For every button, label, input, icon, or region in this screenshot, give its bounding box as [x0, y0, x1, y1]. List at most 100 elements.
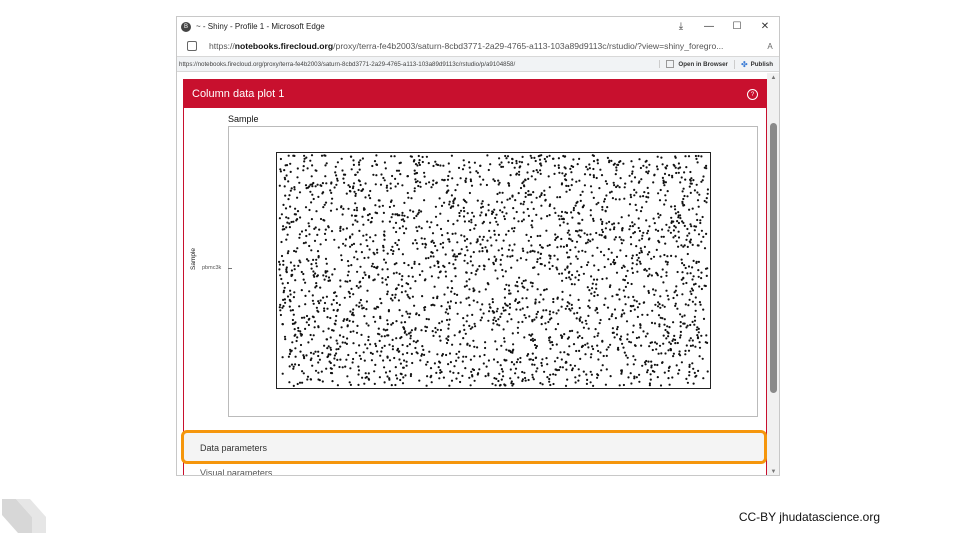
scatter-point — [696, 334, 699, 337]
scatter-point — [572, 165, 575, 168]
scatter-point — [389, 297, 393, 300]
scatter-point — [494, 216, 497, 220]
scatter-point — [318, 358, 321, 361]
scatter-point — [285, 266, 288, 269]
scatter-point — [685, 377, 688, 380]
scatter-point — [688, 370, 691, 374]
scatter-point — [503, 215, 506, 218]
scatter-point — [407, 295, 410, 298]
scatter-point — [470, 218, 473, 221]
scatter-point — [347, 290, 350, 293]
scroll-thumb[interactable] — [770, 123, 777, 393]
scatter-point — [305, 258, 309, 261]
scatter-point — [297, 326, 300, 330]
scatter-point — [699, 219, 702, 222]
scatter-point — [454, 232, 457, 235]
scatter-point — [294, 250, 298, 253]
vertical-scrollbar[interactable]: ▲ ▼ — [767, 73, 779, 475]
scatter-point — [592, 278, 596, 281]
scatter-point — [521, 379, 524, 383]
scatter-point — [588, 299, 591, 302]
scatter-point — [569, 294, 572, 297]
scatter-point — [639, 326, 642, 329]
scatter-point — [453, 292, 456, 295]
maximize-button[interactable]: ☐ — [723, 21, 751, 32]
scatter-point — [496, 323, 499, 326]
scatter-point — [433, 285, 436, 288]
scatter-point — [347, 353, 350, 357]
scatter-point — [509, 174, 512, 177]
scatter-point — [463, 235, 466, 238]
scroll-up-icon[interactable]: ▲ — [769, 75, 778, 81]
scatter-point — [548, 186, 551, 189]
scatter-point — [609, 284, 612, 287]
scatter-point — [650, 257, 653, 260]
scatter-point — [533, 156, 536, 159]
scatter-point — [447, 339, 450, 342]
scatter-point — [432, 296, 435, 299]
scatter-point — [666, 164, 669, 167]
scatter-point — [280, 277, 283, 281]
scatter-point — [664, 328, 667, 332]
scatter-point — [384, 371, 388, 374]
scatter-point — [689, 179, 692, 182]
scatter-point — [381, 268, 384, 271]
scatter-point — [278, 260, 281, 263]
help-icon[interactable]: ? — [747, 89, 758, 100]
downloads-icon[interactable]: ⤓ — [667, 21, 695, 32]
scatter-point — [304, 281, 307, 284]
scatter-point — [493, 255, 496, 258]
visual-parameters-section[interactable]: Visual parameters — [184, 468, 766, 475]
scatter-point — [381, 220, 384, 223]
address-bar[interactable]: https://notebooks.firecloud.org/proxy/te… — [177, 36, 779, 56]
scatter-point — [415, 351, 418, 354]
scatter-point — [502, 239, 505, 242]
scatter-point — [558, 272, 561, 275]
scatter-point — [685, 166, 688, 169]
scatter-point — [364, 372, 367, 375]
publish-button[interactable]: ✤ Publish — [733, 59, 779, 69]
read-aloud-icon[interactable]: A — [761, 42, 779, 51]
scatter-point — [599, 318, 602, 322]
scatter-point — [336, 177, 339, 180]
scatter-point — [680, 258, 683, 261]
close-button[interactable]: ✕ — [751, 21, 779, 32]
scatter-point — [456, 183, 459, 186]
scatter-point — [502, 275, 505, 278]
panel-header[interactable]: Column data plot 1 ? — [184, 80, 766, 108]
scatter-point — [566, 378, 569, 381]
scatter-point — [339, 285, 342, 288]
scroll-down-icon[interactable]: ▼ — [769, 469, 778, 475]
scatter-point — [657, 216, 660, 219]
scatter-point — [592, 160, 596, 163]
scatter-point — [323, 203, 326, 206]
url-text[interactable]: https://notebooks.firecloud.org/proxy/te… — [209, 41, 761, 51]
scatter-point — [391, 293, 394, 297]
scatter-point — [604, 209, 607, 212]
scatter-point — [359, 265, 362, 268]
scatter-point — [364, 343, 367, 346]
page-info-icon[interactable] — [187, 41, 197, 51]
scatter-point — [584, 343, 587, 346]
minimize-button[interactable]: — — [695, 21, 723, 32]
scatter-point — [315, 306, 318, 309]
scatter-point — [398, 358, 401, 361]
scatter-point — [668, 174, 671, 177]
scatter-point — [560, 272, 564, 275]
scatter-point — [486, 250, 489, 253]
scatter-point — [452, 263, 455, 266]
scatter-point — [403, 232, 406, 235]
scatter-point — [656, 376, 659, 379]
scatter-point — [673, 224, 676, 228]
scatter-point — [646, 172, 649, 175]
scatter-point — [649, 378, 652, 381]
scatter-point — [536, 260, 539, 263]
scatter-point — [355, 250, 358, 253]
scatter-point — [374, 234, 377, 237]
scatter-point — [320, 184, 323, 187]
scatter-point — [388, 377, 391, 380]
scatter-point — [648, 267, 651, 270]
open-in-browser-button[interactable]: Open in Browser — [659, 60, 734, 68]
profile-icon[interactable]: B — [181, 21, 191, 32]
scatter-point — [659, 295, 662, 298]
